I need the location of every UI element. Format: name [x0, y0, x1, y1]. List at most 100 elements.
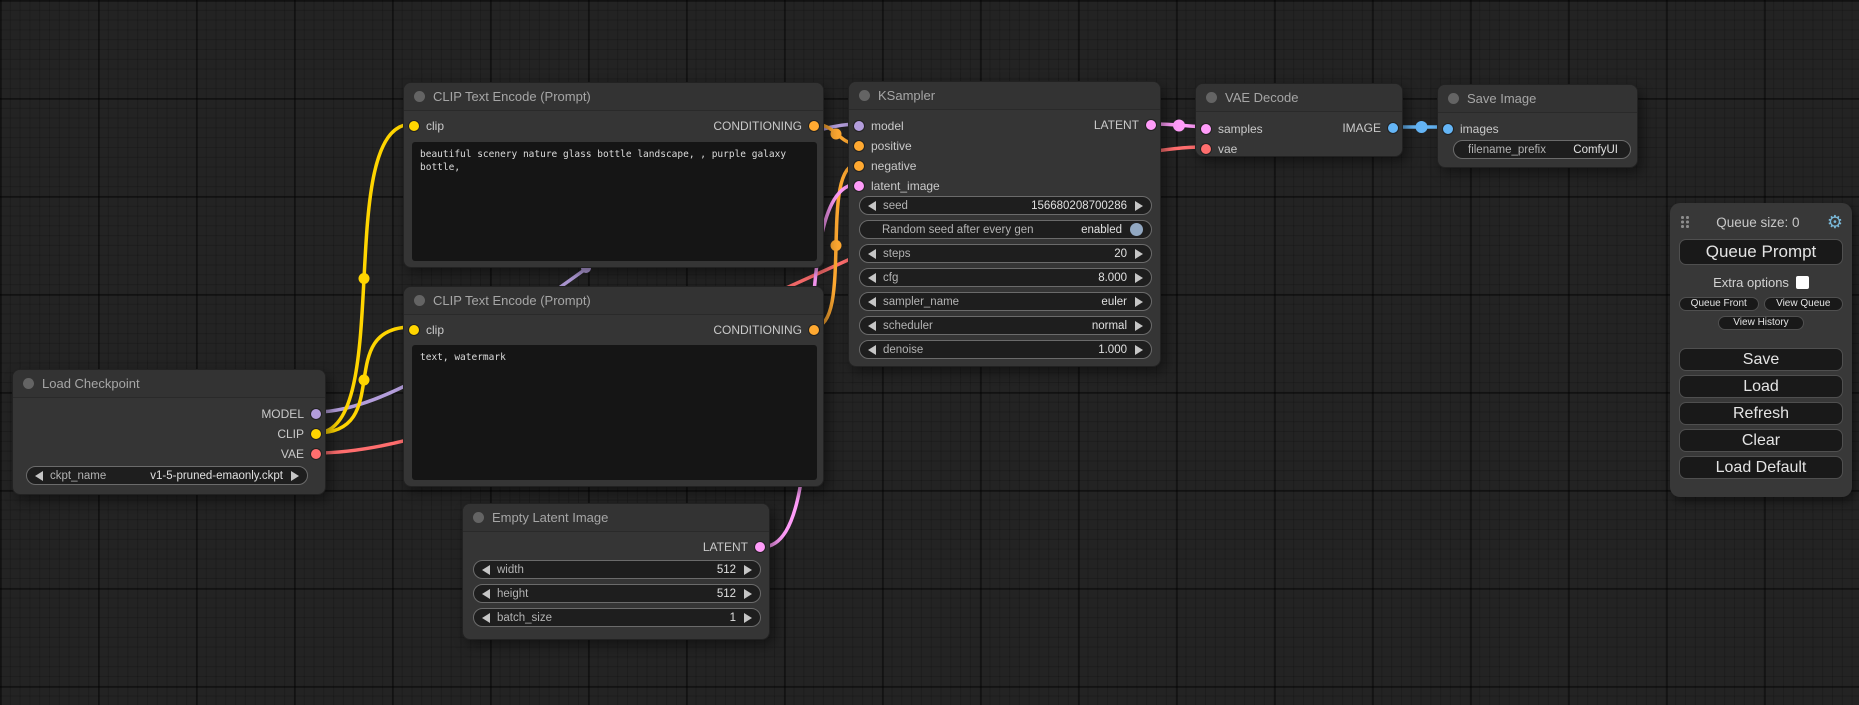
- node-clip-text-encode-positive[interactable]: CLIP Text Encode (Prompt) clip CONDITION…: [403, 82, 824, 268]
- output-label-image: IMAGE: [1342, 121, 1381, 135]
- node-load-checkpoint[interactable]: Load Checkpoint MODEL CLIP VAE ckpt_name…: [12, 369, 326, 495]
- node-title-bar[interactable]: KSampler: [849, 82, 1160, 110]
- node-title-bar[interactable]: Load Checkpoint: [13, 370, 325, 398]
- widget-label: batch_size: [497, 612, 552, 624]
- output-port-latent[interactable]: [1146, 120, 1156, 130]
- output-port-clip[interactable]: [311, 429, 321, 439]
- step-left-icon[interactable]: [482, 565, 490, 575]
- step-right-icon[interactable]: [1135, 273, 1143, 283]
- node-empty-latent-image[interactable]: Empty Latent Image LATENT width 512 heig…: [462, 503, 770, 640]
- collapse-dot-icon[interactable]: [23, 378, 34, 389]
- widget-value: 1.000: [1098, 344, 1127, 356]
- input-port-latent-image[interactable]: [854, 181, 864, 191]
- output-row-vae: VAE: [13, 444, 325, 464]
- clear-button[interactable]: Clear: [1679, 429, 1843, 452]
- ckpt-name-widget[interactable]: ckpt_name v1-5-pruned-emaonly.ckpt: [26, 466, 308, 485]
- toggle-icon[interactable]: [1130, 223, 1143, 236]
- collapse-dot-icon[interactable]: [1206, 92, 1217, 103]
- widget-value: normal: [1092, 320, 1127, 332]
- drag-handle-icon[interactable]: [1681, 216, 1689, 228]
- step-left-icon[interactable]: [868, 321, 876, 331]
- input-port-vae[interactable]: [1201, 144, 1211, 154]
- filename-prefix-widget[interactable]: filename_prefix ComfyUI: [1453, 140, 1631, 159]
- load-button[interactable]: Load: [1679, 375, 1843, 398]
- save-button[interactable]: Save: [1679, 348, 1843, 371]
- step-right-icon[interactable]: [1135, 321, 1143, 331]
- step-left-icon[interactable]: [868, 273, 876, 283]
- step-right-icon[interactable]: [1135, 249, 1143, 259]
- collapse-dot-icon[interactable]: [1448, 93, 1459, 104]
- input-port-images[interactable]: [1443, 124, 1453, 134]
- step-right-icon[interactable]: [1135, 201, 1143, 211]
- cfg-widget[interactable]: cfg 8.000: [859, 268, 1152, 287]
- sampler-name-widget[interactable]: sampler_name euler: [859, 292, 1152, 311]
- step-left-icon[interactable]: [868, 297, 876, 307]
- input-port-positive[interactable]: [854, 141, 864, 151]
- output-port-conditioning[interactable]: [809, 325, 819, 335]
- refresh-button[interactable]: Refresh: [1679, 402, 1843, 425]
- step-left-icon[interactable]: [482, 613, 490, 623]
- prompt-textarea[interactable]: text, watermark: [412, 345, 817, 480]
- collapse-dot-icon[interactable]: [473, 512, 484, 523]
- widget-label: width: [497, 564, 524, 576]
- width-widget[interactable]: width 512: [473, 560, 761, 579]
- seed-widget[interactable]: seed 156680208700286: [859, 196, 1152, 215]
- output-label-conditioning: CONDITIONING: [713, 315, 823, 345]
- queue-front-button[interactable]: Queue Front: [1679, 297, 1759, 311]
- port-row: clip CONDITIONING: [404, 111, 823, 141]
- step-right-icon[interactable]: [1135, 297, 1143, 307]
- step-left-icon[interactable]: [868, 345, 876, 355]
- node-title-bar[interactable]: CLIP Text Encode (Prompt): [404, 287, 823, 315]
- scheduler-widget[interactable]: scheduler normal: [859, 316, 1152, 335]
- input-port-clip[interactable]: [409, 121, 419, 131]
- random-seed-widget[interactable]: Random seed after every gen enabled: [859, 220, 1152, 239]
- view-queue-button[interactable]: View Queue: [1764, 297, 1844, 311]
- node-title-bar[interactable]: CLIP Text Encode (Prompt): [404, 83, 823, 111]
- load-default-button[interactable]: Load Default: [1679, 456, 1843, 479]
- step-right-icon[interactable]: [744, 613, 752, 623]
- prompt-textarea[interactable]: beautiful scenery nature glass bottle la…: [412, 142, 817, 261]
- output-port-image[interactable]: [1388, 123, 1398, 133]
- extra-options-label: Extra options: [1713, 275, 1789, 290]
- output-row-image: IMAGE: [1196, 118, 1402, 138]
- node-title-bar[interactable]: Save Image: [1438, 85, 1637, 113]
- node-title-bar[interactable]: Empty Latent Image: [463, 504, 769, 532]
- comfyui-graph-canvas[interactable]: Load Checkpoint MODEL CLIP VAE ckpt_name…: [0, 0, 1859, 705]
- queue-size-label: Queue size: 0: [1689, 215, 1827, 230]
- collapse-dot-icon[interactable]: [859, 90, 870, 101]
- step-left-icon[interactable]: [868, 249, 876, 259]
- gear-icon[interactable]: ⚙: [1827, 213, 1843, 231]
- queue-prompt-button[interactable]: Queue Prompt: [1679, 239, 1843, 265]
- extra-options-checkbox[interactable]: [1796, 276, 1809, 289]
- output-port-vae[interactable]: [311, 449, 321, 459]
- output-label-conditioning: CONDITIONING: [713, 111, 823, 141]
- batch-size-widget[interactable]: batch_size 1: [473, 608, 761, 627]
- step-left-icon[interactable]: [868, 201, 876, 211]
- output-port-latent[interactable]: [755, 542, 765, 552]
- denoise-widget[interactable]: denoise 1.000: [859, 340, 1152, 359]
- node-title-bar[interactable]: VAE Decode: [1196, 84, 1402, 112]
- widget-value: euler: [1101, 296, 1127, 308]
- output-port-model[interactable]: [311, 409, 321, 419]
- node-title: Load Checkpoint: [42, 376, 140, 391]
- step-right-icon[interactable]: [1135, 345, 1143, 355]
- step-right-icon[interactable]: [291, 471, 299, 481]
- steps-widget[interactable]: steps 20: [859, 244, 1152, 263]
- input-port-clip[interactable]: [409, 325, 419, 335]
- node-save-image[interactable]: Save Image images filename_prefix ComfyU…: [1437, 84, 1638, 168]
- node-ksampler[interactable]: KSampler model positive negative latent_…: [848, 81, 1161, 367]
- collapse-dot-icon[interactable]: [414, 295, 425, 306]
- step-left-icon[interactable]: [482, 589, 490, 599]
- node-vae-decode[interactable]: VAE Decode samples vae IMAGE: [1195, 83, 1403, 157]
- node-clip-text-encode-negative[interactable]: CLIP Text Encode (Prompt) clip CONDITION…: [403, 286, 824, 487]
- output-label-vae: VAE: [281, 447, 304, 461]
- view-history-button[interactable]: View History: [1718, 316, 1804, 330]
- collapse-dot-icon[interactable]: [414, 91, 425, 102]
- output-row-clip: CLIP: [13, 424, 325, 444]
- output-port-conditioning[interactable]: [809, 121, 819, 131]
- step-right-icon[interactable]: [744, 565, 752, 575]
- step-left-icon[interactable]: [35, 471, 43, 481]
- input-port-negative[interactable]: [854, 161, 864, 171]
- height-widget[interactable]: height 512: [473, 584, 761, 603]
- step-right-icon[interactable]: [744, 589, 752, 599]
